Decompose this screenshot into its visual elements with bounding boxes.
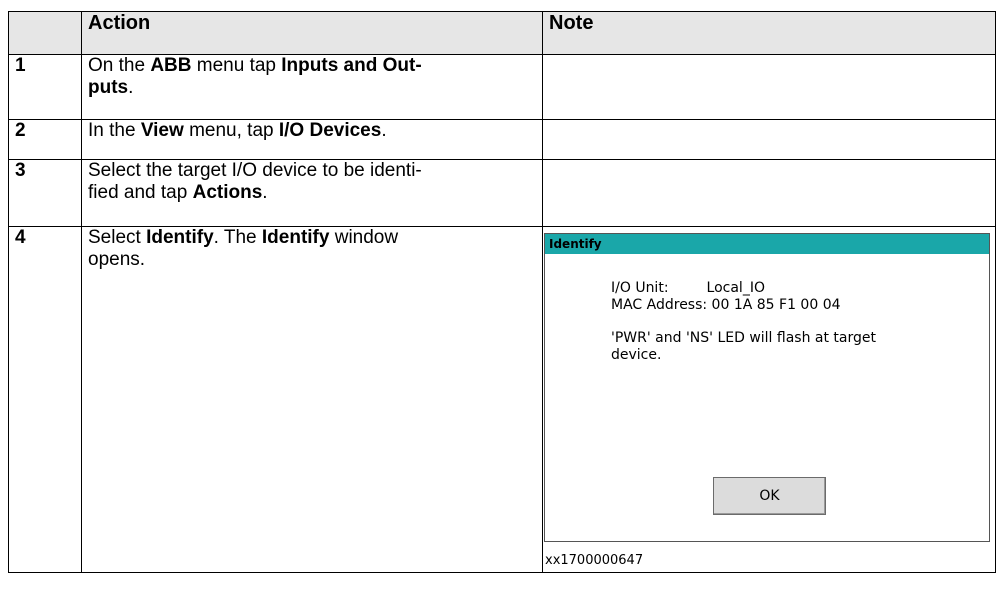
table-row: 3 Select the target I/O device to be ide… [8, 159, 996, 227]
header-step [8, 11, 82, 55]
step-note [542, 119, 996, 160]
step-action: Select the target I/O device to be ident… [81, 159, 543, 227]
io-unit-line: I/O Unit: Local_IO [611, 280, 891, 297]
table-row: 1 On the ABB menu tap Inputs and Out- pu… [8, 54, 996, 120]
step-action: On the ABB menu tap Inputs and Out- puts… [81, 54, 543, 120]
mac-address-line: MAC Address: 00 1A 85 F1 00 04 [611, 297, 841, 313]
ok-button[interactable]: OK [713, 477, 826, 515]
table-row: 4 Select Identify. The Identify window o… [8, 226, 996, 573]
io-unit-label: I/O Unit: [611, 280, 669, 296]
identify-dialog: Identify I/O Unit: Local_IO MAC Address: … [544, 233, 990, 542]
step-number: 2 [8, 119, 82, 160]
dialog-title: Identify [545, 234, 989, 254]
figure-id: xx1700000647 [545, 553, 644, 568]
step-number: 1 [8, 54, 82, 120]
step-note [542, 54, 996, 120]
step-action: In the View menu, tap I/O Devices. [81, 119, 543, 160]
table-row: 2 In the View menu, tap I/O Devices. [8, 119, 996, 160]
header-action: Action [81, 11, 543, 55]
io-unit-value: Local_IO [706, 280, 765, 296]
step-number: 3 [8, 159, 82, 227]
dialog-body: I/O Unit: Local_IO MAC Address: 00 1A 85 … [611, 280, 891, 364]
procedure-table: Action Note 1 On the ABB menu tap Inputs… [8, 11, 996, 573]
step-action: Select Identify. The Identify window ope… [81, 226, 543, 573]
table-header-row: Action Note [8, 11, 996, 55]
step-number: 4 [8, 226, 82, 573]
header-note: Note [542, 11, 996, 55]
step-note [542, 159, 996, 227]
flash-message: 'PWR' and 'NS' LED will flash at target … [611, 330, 877, 363]
step-note: Identify I/O Unit: Local_IO MAC Address: … [542, 226, 996, 573]
